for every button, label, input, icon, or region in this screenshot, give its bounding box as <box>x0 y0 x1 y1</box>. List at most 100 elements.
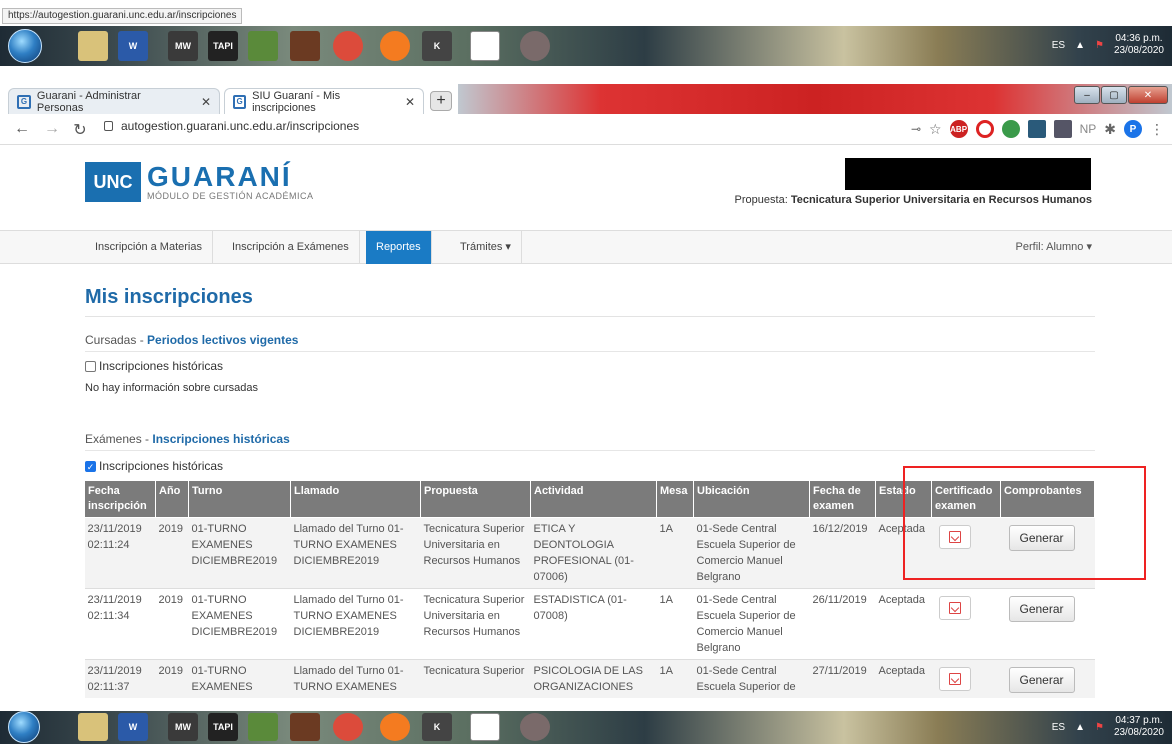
tab-administrar-personas[interactable]: G Guarani - Administrar Personas ✕ <box>8 88 220 114</box>
close-tab-icon[interactable]: ✕ <box>201 95 211 109</box>
reload-icon[interactable]: ↻ <box>70 120 90 140</box>
document-icon[interactable] <box>470 713 500 741</box>
cursadas-historicas-checkbox[interactable]: Inscripciones históricas <box>85 359 223 373</box>
language-indicator[interactable]: ES <box>1052 40 1065 51</box>
profile-avatar[interactable]: P <box>1124 120 1142 138</box>
generar-button[interactable]: Generar <box>1008 596 1075 622</box>
taskbar-bottom: W MW TAPI K ES ▲ ⚑ 04:37 p.m. 23/08/2020 <box>0 711 1172 744</box>
np-extension[interactable]: NP <box>1080 122 1097 136</box>
close-window-icon[interactable]: ✕ <box>1128 86 1168 104</box>
extension-box-icon[interactable] <box>1053 120 1072 138</box>
table-row: 23/11/2019 02:11:37 2019 01-TURNO EXAMEN… <box>84 659 1095 698</box>
logo-subtitle: MÓDULO DE GESTIÓN ACADÉMICA <box>147 191 314 201</box>
mw-icon[interactable]: MW <box>168 713 198 741</box>
table-row: 23/11/2019 02:11:34 2019 01-TURNO EXAMEN… <box>84 588 1095 660</box>
perfil-menu[interactable]: Perfil: Alumno ▾ <box>1016 231 1092 264</box>
guarani-logo[interactable]: UNC GUARANÍ MÓDULO DE GESTIÓN ACADÉMICA <box>85 162 314 202</box>
clock[interactable]: 04:37 p.m. 23/08/2020 <box>1114 715 1164 739</box>
nba-icon[interactable] <box>520 713 550 741</box>
checkbox-icon[interactable] <box>85 360 96 372</box>
pdf-icon <box>948 602 961 614</box>
mw-icon[interactable]: MW <box>168 31 198 61</box>
game-icon[interactable] <box>290 713 320 741</box>
nav-tramites[interactable]: Trámites ▾ <box>450 231 522 264</box>
chrome-icon[interactable] <box>333 713 363 741</box>
browser-toolbar: ← → ↻ autogestion.guarani.unc.edu.ar/ins… <box>0 115 1172 145</box>
logo-title: GUARANÍ <box>147 161 292 192</box>
cursadas-heading: Cursadas - Periodos lectivos vigentes <box>85 333 299 347</box>
key-icon[interactable]: ⊸ <box>911 122 921 136</box>
guarani-favicon-icon: G <box>233 94 247 109</box>
opera-icon[interactable] <box>975 120 994 138</box>
flow-icon[interactable] <box>1027 120 1046 138</box>
propuesta: Propuesta: Tecnicatura Superior Universi… <box>734 194 1092 206</box>
tray-arrow-icon[interactable]: ▲ <box>1075 40 1085 51</box>
examenes-historicas-checkbox[interactable]: ✓ Inscripciones históricas <box>85 459 223 473</box>
forward-icon[interactable]: → <box>42 120 62 138</box>
firefox-icon[interactable] <box>380 713 410 741</box>
generar-button[interactable]: Generar <box>1008 667 1075 693</box>
minimize-icon[interactable]: – <box>1074 86 1100 104</box>
redacted-user <box>845 158 1091 190</box>
maximize-icon[interactable]: ▢ <box>1101 86 1127 104</box>
divider <box>85 450 1095 451</box>
nav-inscripcion-materias[interactable]: Inscripción a Materias <box>85 231 213 264</box>
nav-inscripcion-examenes[interactable]: Inscripción a Exámenes <box>222 231 360 264</box>
new-tab-button[interactable]: + <box>430 91 452 111</box>
minecraft-icon[interactable] <box>248 713 278 741</box>
chrome-icon[interactable] <box>333 31 363 61</box>
adblock-icon[interactable]: ABP <box>949 120 968 138</box>
document-icon[interactable] <box>470 31 500 61</box>
page-content: UNC GUARANÍ MÓDULO DE GESTIÓN ACADÉMICA … <box>0 146 1172 711</box>
k-icon[interactable]: K <box>422 31 452 61</box>
explorer-icon[interactable] <box>78 713 108 741</box>
minecraft-icon[interactable] <box>248 31 278 61</box>
game-icon[interactable] <box>290 31 320 61</box>
nav-reportes[interactable]: Reportes <box>366 231 432 264</box>
bookmark-star-icon[interactable]: ☆ <box>929 121 942 138</box>
puzzle-icon[interactable]: ✱ <box>1104 121 1116 138</box>
start-button-icon[interactable] <box>8 711 40 743</box>
nba-icon[interactable] <box>520 31 550 61</box>
explorer-icon[interactable] <box>78 31 108 61</box>
word-icon[interactable]: W <box>118 31 148 61</box>
start-button-icon[interactable] <box>8 29 42 63</box>
k-icon[interactable]: K <box>422 713 452 741</box>
tab-mis-inscripciones[interactable]: G SIU Guaraní - Mis inscripciones ✕ <box>224 88 424 114</box>
clock[interactable]: 04:36 p.m. 23/08/2020 <box>1114 33 1164 57</box>
tray-arrow-icon[interactable]: ▲ <box>1075 722 1085 733</box>
unc-logo: UNC <box>85 162 141 202</box>
flag-icon[interactable]: ⚑ <box>1095 722 1104 733</box>
system-tray: ES ▲ ⚑ 04:37 p.m. 23/08/2020 <box>1052 715 1164 739</box>
flag-icon[interactable]: ⚑ <box>1095 40 1104 51</box>
certificado-pdf-button[interactable] <box>938 667 971 691</box>
address-bar[interactable]: autogestion.guarani.unc.edu.ar/inscripci… <box>104 119 359 133</box>
back-icon[interactable]: ← <box>12 120 32 138</box>
tab-strip-background <box>458 84 1172 114</box>
page-title: Mis inscripciones <box>85 286 253 308</box>
col-ubicacion: Ubicación <box>693 480 810 518</box>
col-mesa: Mesa <box>656 480 694 518</box>
divider <box>85 351 1095 352</box>
tapi-icon[interactable]: TAPI <box>208 31 238 61</box>
extension-icon[interactable] <box>1001 120 1020 138</box>
cursadas-empty-message: No hay información sobre cursadas <box>85 382 259 394</box>
word-icon[interactable]: W <box>118 713 148 741</box>
system-tray: ES ▲ ⚑ 04:36 p.m. 23/08/2020 <box>1052 33 1164 57</box>
status-bar: https://autogestion.guarani.unc.edu.ar/i… <box>0 0 1172 26</box>
close-tab-icon[interactable]: ✕ <box>405 95 415 109</box>
col-llamado: Llamado <box>290 480 421 518</box>
menu-dots-icon[interactable]: ⋮ <box>1150 121 1164 138</box>
certificado-pdf-button[interactable] <box>938 596 971 620</box>
main-nav: Inscripción a Materias Inscripción a Exá… <box>0 230 1172 264</box>
col-turno: Turno <box>188 480 291 518</box>
firefox-icon[interactable] <box>380 31 410 61</box>
checkbox-checked-icon[interactable]: ✓ <box>85 460 96 472</box>
pdf-icon <box>948 673 961 685</box>
historicas-link[interactable]: Inscripciones históricas <box>152 432 289 446</box>
periodos-link[interactable]: Periodos lectivos vigentes <box>147 333 298 347</box>
language-indicator[interactable]: ES <box>1052 722 1065 733</box>
status-url: https://autogestion.guarani.unc.edu.ar/i… <box>2 8 243 24</box>
tapi-icon[interactable]: TAPI <box>208 713 238 741</box>
col-fecha-inscripcion: Fecha inscripción <box>84 480 156 518</box>
